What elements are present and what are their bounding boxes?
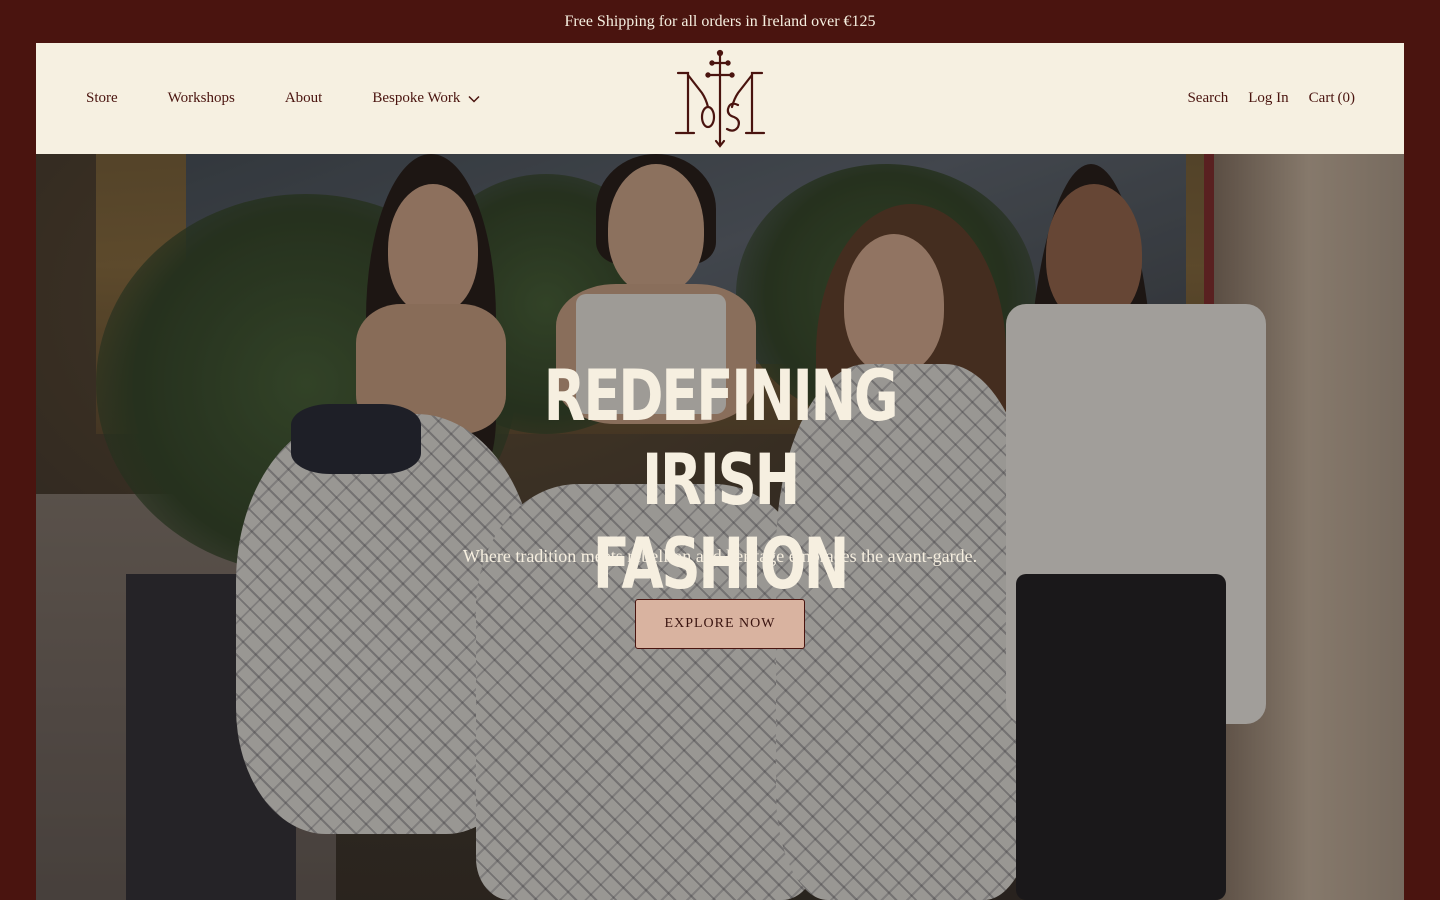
announcement-bar: Free Shipping for all orders in Ireland … [0,0,1440,43]
explore-now-button[interactable]: EXPLORE NOW [635,599,805,649]
utility-nav: Search Log In Cart (0) [1167,43,1355,154]
announcement-text: Free Shipping for all orders in Ireland … [564,12,876,30]
main-nav: Store Workshops About Bespoke Work [86,43,530,154]
chevron-down-icon [468,95,480,103]
search-link[interactable]: Search [1187,90,1228,107]
cart-link[interactable]: Cart (0) [1309,90,1355,107]
hero-title-line1: REDEFINING IRISH [543,355,899,521]
site-logo[interactable] [672,49,768,149]
nav-bespoke-work[interactable]: Bespoke Work [372,90,480,107]
nav-store-label: Store [86,90,118,106]
hero-title: REDEFINING IRISH FASHION [486,354,954,606]
nav-about-label: About [284,90,323,106]
nav-store[interactable]: Store [86,90,118,107]
monogram-cross-logo-icon [674,49,766,148]
search-label: Search [1187,90,1229,106]
cart-count: (0) [1337,90,1356,106]
login-link[interactable]: Log In [1248,90,1288,107]
site-header: Store Workshops About Bespoke Work Searc… [36,43,1404,154]
nav-workshops-label: Workshops [167,90,235,106]
nav-bespoke-work-label: Bespoke Work [372,90,461,106]
nav-about[interactable]: About [285,90,323,107]
hero-banner: REDEFINING IRISH FASHION Where tradition… [36,154,1404,900]
page-frame: Store Workshops About Bespoke Work Searc… [36,43,1404,900]
nav-workshops[interactable]: Workshops [168,90,235,107]
explore-now-label: EXPLORE NOW [664,616,776,631]
cart-label: Cart [1308,90,1335,106]
login-label: Log In [1248,90,1289,106]
hero-subtitle: Where tradition meets rebellion and heri… [462,546,978,566]
